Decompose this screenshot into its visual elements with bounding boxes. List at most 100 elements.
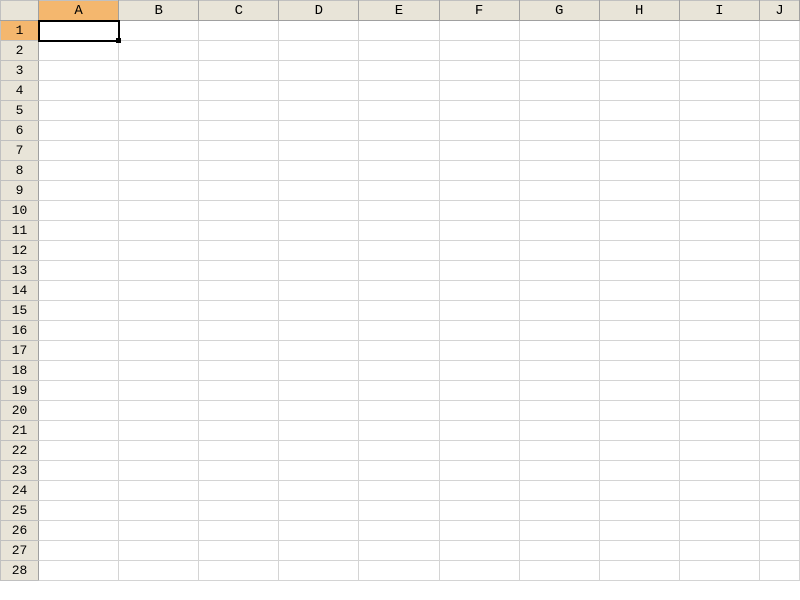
cell-H27[interactable] [599, 541, 679, 561]
cell-E19[interactable] [359, 381, 439, 401]
row-header-11[interactable]: 11 [1, 221, 39, 241]
cell-A12[interactable] [39, 241, 119, 261]
cell-D23[interactable] [279, 461, 359, 481]
cell-I3[interactable] [679, 61, 759, 81]
cell-C27[interactable] [199, 541, 279, 561]
cell-E8[interactable] [359, 161, 439, 181]
cell-I6[interactable] [679, 121, 759, 141]
cell-I15[interactable] [679, 301, 759, 321]
col-header-B[interactable]: B [119, 1, 199, 21]
cell-A19[interactable] [39, 381, 119, 401]
cell-A22[interactable] [39, 441, 119, 461]
cell-J7[interactable] [759, 141, 799, 161]
cell-A15[interactable] [39, 301, 119, 321]
cell-F26[interactable] [439, 521, 519, 541]
cell-I5[interactable] [679, 101, 759, 121]
cell-J26[interactable] [759, 521, 799, 541]
col-header-C[interactable]: C [199, 1, 279, 21]
cell-I13[interactable] [679, 261, 759, 281]
cell-I27[interactable] [679, 541, 759, 561]
cell-B25[interactable] [119, 501, 199, 521]
cell-D15[interactable] [279, 301, 359, 321]
cell-A14[interactable] [39, 281, 119, 301]
cell-H21[interactable] [599, 421, 679, 441]
cell-G1[interactable] [519, 21, 599, 41]
cell-F16[interactable] [439, 321, 519, 341]
cell-F20[interactable] [439, 401, 519, 421]
cell-J13[interactable] [759, 261, 799, 281]
cell-H13[interactable] [599, 261, 679, 281]
cell-E18[interactable] [359, 361, 439, 381]
cell-C8[interactable] [199, 161, 279, 181]
cell-D8[interactable] [279, 161, 359, 181]
cell-C5[interactable] [199, 101, 279, 121]
cell-H6[interactable] [599, 121, 679, 141]
cell-B8[interactable] [119, 161, 199, 181]
cell-C19[interactable] [199, 381, 279, 401]
cell-C10[interactable] [199, 201, 279, 221]
cell-E22[interactable] [359, 441, 439, 461]
cell-D17[interactable] [279, 341, 359, 361]
cell-I17[interactable] [679, 341, 759, 361]
cell-E9[interactable] [359, 181, 439, 201]
cell-D1[interactable] [279, 21, 359, 41]
cell-B3[interactable] [119, 61, 199, 81]
cell-C4[interactable] [199, 81, 279, 101]
cell-C1[interactable] [199, 21, 279, 41]
cell-J17[interactable] [759, 341, 799, 361]
cell-J15[interactable] [759, 301, 799, 321]
cell-H28[interactable] [599, 561, 679, 581]
cell-A26[interactable] [39, 521, 119, 541]
row-header-8[interactable]: 8 [1, 161, 39, 181]
cell-H23[interactable] [599, 461, 679, 481]
cell-B6[interactable] [119, 121, 199, 141]
cell-D26[interactable] [279, 521, 359, 541]
cell-B16[interactable] [119, 321, 199, 341]
cell-F6[interactable] [439, 121, 519, 141]
col-header-G[interactable]: G [519, 1, 599, 21]
cell-E4[interactable] [359, 81, 439, 101]
cell-B24[interactable] [119, 481, 199, 501]
row-header-5[interactable]: 5 [1, 101, 39, 121]
cell-G11[interactable] [519, 221, 599, 241]
cell-G6[interactable] [519, 121, 599, 141]
row-header-13[interactable]: 13 [1, 261, 39, 281]
cell-J20[interactable] [759, 401, 799, 421]
cell-E10[interactable] [359, 201, 439, 221]
cell-F17[interactable] [439, 341, 519, 361]
cell-I16[interactable] [679, 321, 759, 341]
cell-I12[interactable] [679, 241, 759, 261]
cell-E3[interactable] [359, 61, 439, 81]
cell-D7[interactable] [279, 141, 359, 161]
cell-E21[interactable] [359, 421, 439, 441]
cell-C6[interactable] [199, 121, 279, 141]
cell-F25[interactable] [439, 501, 519, 521]
cell-B21[interactable] [119, 421, 199, 441]
cell-I7[interactable] [679, 141, 759, 161]
row-header-14[interactable]: 14 [1, 281, 39, 301]
cell-J28[interactable] [759, 561, 799, 581]
cell-H1[interactable] [599, 21, 679, 41]
cell-G9[interactable] [519, 181, 599, 201]
cell-J21[interactable] [759, 421, 799, 441]
cell-I8[interactable] [679, 161, 759, 181]
cell-J11[interactable] [759, 221, 799, 241]
cell-A7[interactable] [39, 141, 119, 161]
cell-F1[interactable] [439, 21, 519, 41]
cell-D14[interactable] [279, 281, 359, 301]
cell-E5[interactable] [359, 101, 439, 121]
cell-G12[interactable] [519, 241, 599, 261]
row-header-28[interactable]: 28 [1, 561, 39, 581]
select-all-corner[interactable] [1, 1, 39, 21]
cell-I22[interactable] [679, 441, 759, 461]
cell-J24[interactable] [759, 481, 799, 501]
cell-I28[interactable] [679, 561, 759, 581]
cell-J19[interactable] [759, 381, 799, 401]
cell-F3[interactable] [439, 61, 519, 81]
cell-C20[interactable] [199, 401, 279, 421]
row-header-26[interactable]: 26 [1, 521, 39, 541]
cell-C28[interactable] [199, 561, 279, 581]
cell-A8[interactable] [39, 161, 119, 181]
cell-A5[interactable] [39, 101, 119, 121]
cell-J14[interactable] [759, 281, 799, 301]
